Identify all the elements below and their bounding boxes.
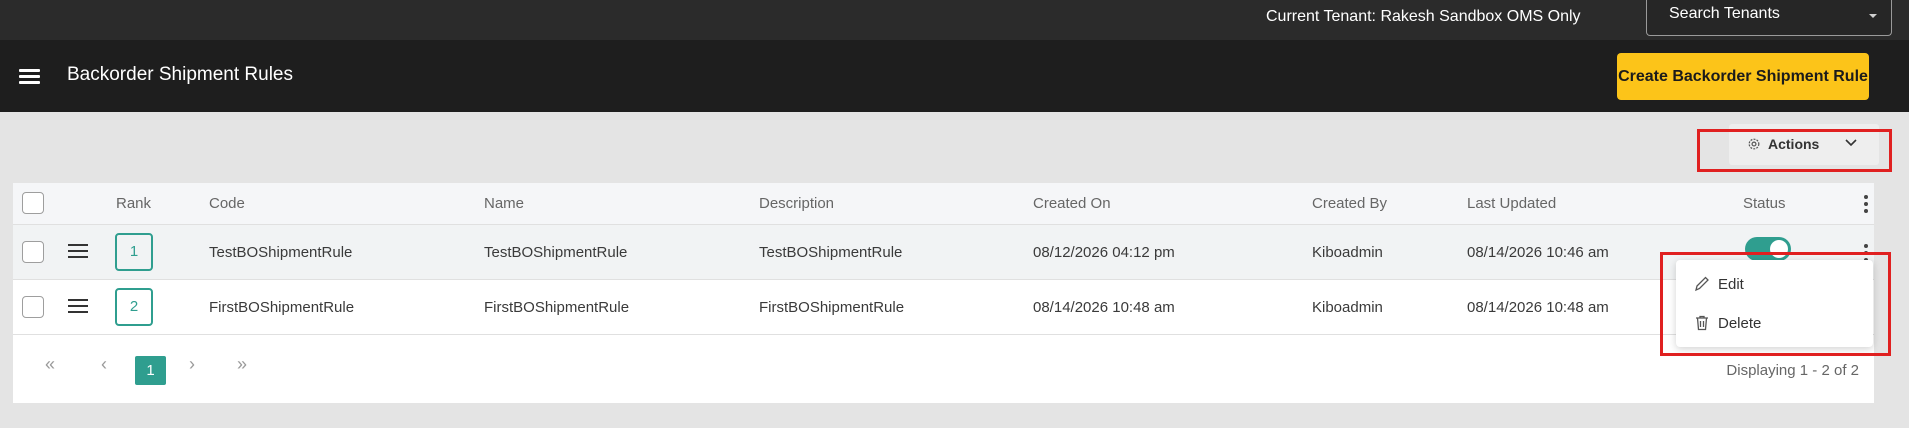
display-count: Displaying 1 - 2 of 2 [1726, 362, 1859, 379]
hamburger-menu-icon[interactable] [19, 69, 40, 85]
row-checkbox[interactable] [22, 241, 44, 263]
actions-dropdown-button[interactable]: Actions [1729, 124, 1879, 165]
menu-item-edit[interactable]: Edit [1676, 265, 1873, 303]
menu-item-label: Edit [1718, 276, 1744, 293]
drag-handle-icon[interactable] [68, 244, 88, 260]
first-page-icon[interactable]: « [45, 354, 55, 375]
column-header-last-updated[interactable]: Last Updated [1467, 195, 1556, 212]
column-header-status[interactable]: Status [1743, 195, 1786, 212]
caret-down-icon [1869, 14, 1877, 18]
table-row[interactable]: 2 FirstBOShipmentRule FirstBOShipmentRul… [13, 280, 1874, 335]
status-toggle[interactable] [1745, 237, 1791, 261]
gear-icon [1748, 138, 1760, 150]
previous-page-icon[interactable]: ‹ [101, 354, 107, 375]
cell-code: FirstBOShipmentRule [209, 299, 355, 316]
cell-code: TestBOShipmentRule [209, 244, 353, 261]
column-options-kebab-icon[interactable] [1864, 195, 1868, 213]
cell-created-by: Kiboadmin [1312, 244, 1383, 261]
cell-created-by: Kiboadmin [1312, 299, 1383, 316]
drag-handle-icon[interactable] [68, 299, 88, 315]
tenant-bar: Current Tenant: Rakesh Sandbox OMS Only … [0, 0, 1909, 40]
cell-created-on: 08/12/2026 04:12 pm [1033, 244, 1175, 261]
create-backorder-shipment-rule-button[interactable]: Create Backorder Shipment Rule [1617, 53, 1869, 100]
menu-item-delete[interactable]: Delete [1676, 304, 1873, 342]
column-header-name[interactable]: Name [484, 195, 524, 212]
trash-icon [1696, 315, 1708, 331]
actions-label: Actions [1768, 136, 1820, 152]
pencil-icon [1695, 276, 1709, 292]
current-page-button[interactable]: 1 [135, 356, 166, 385]
column-header-rank[interactable]: Rank [116, 195, 151, 212]
cell-last-updated: 08/14/2026 10:48 am [1467, 299, 1609, 316]
select-all-checkbox[interactable] [22, 192, 44, 214]
page-header: Backorder Shipment Rules Create Backorde… [0, 40, 1909, 112]
cell-last-updated: 08/14/2026 10:46 am [1467, 244, 1609, 261]
cell-created-on: 08/14/2026 10:48 am [1033, 299, 1175, 316]
search-tenants-dropdown[interactable]: Search Tenants [1646, 0, 1892, 36]
rank-badge: 1 [115, 233, 153, 271]
column-header-created-on[interactable]: Created On [1033, 195, 1111, 212]
cell-name: FirstBOShipmentRule [484, 299, 630, 316]
cell-description: TestBOShipmentRule [759, 244, 903, 261]
page-title: Backorder Shipment Rules [67, 64, 293, 85]
chevron-down-icon [1845, 139, 1857, 147]
cell-description: FirstBOShipmentRule [759, 299, 905, 316]
rank-badge: 2 [115, 288, 153, 326]
column-header-code[interactable]: Code [209, 195, 245, 212]
menu-item-label: Delete [1718, 315, 1762, 332]
last-page-icon[interactable]: » [237, 354, 247, 375]
column-header-created-by[interactable]: Created By [1312, 195, 1387, 212]
current-tenant-label: Current Tenant: Rakesh Sandbox OMS Only [1266, 8, 1581, 25]
next-page-icon[interactable]: › [189, 354, 195, 375]
rules-table: Rank Code Name Description Created On Cr… [13, 183, 1874, 403]
table-header: Rank Code Name Description Created On Cr… [13, 183, 1874, 225]
search-tenants-label: Search Tenants [1669, 5, 1780, 22]
column-header-description[interactable]: Description [759, 195, 834, 212]
toggle-knob [1770, 240, 1788, 258]
row-checkbox[interactable] [22, 296, 44, 318]
pagination: « ‹ 1 › » Displaying 1 - 2 of 2 [13, 336, 1874, 403]
row-options-menu: Edit Delete [1676, 260, 1873, 347]
table-row[interactable]: 1 TestBOShipmentRule TestBOShipmentRule … [13, 225, 1874, 280]
cell-name: TestBOShipmentRule [484, 244, 628, 261]
